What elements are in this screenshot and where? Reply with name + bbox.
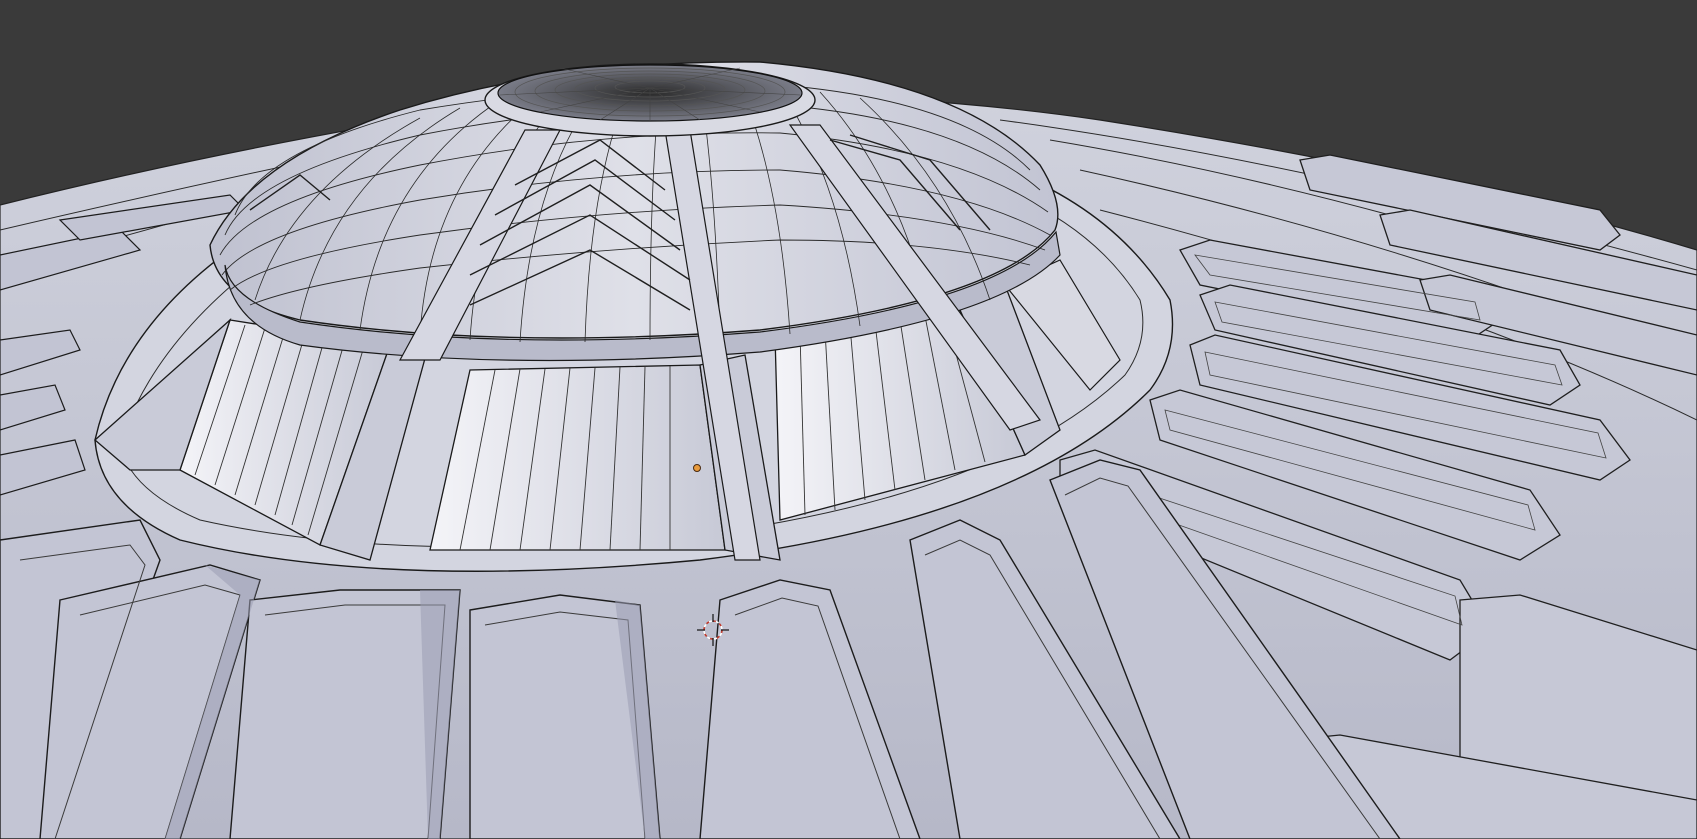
3d-viewport[interactable] (0, 0, 1697, 839)
object-origin-icon[interactable] (693, 464, 701, 472)
window-center (429, 364, 726, 551)
viewport-canvas[interactable] (0, 0, 1697, 839)
